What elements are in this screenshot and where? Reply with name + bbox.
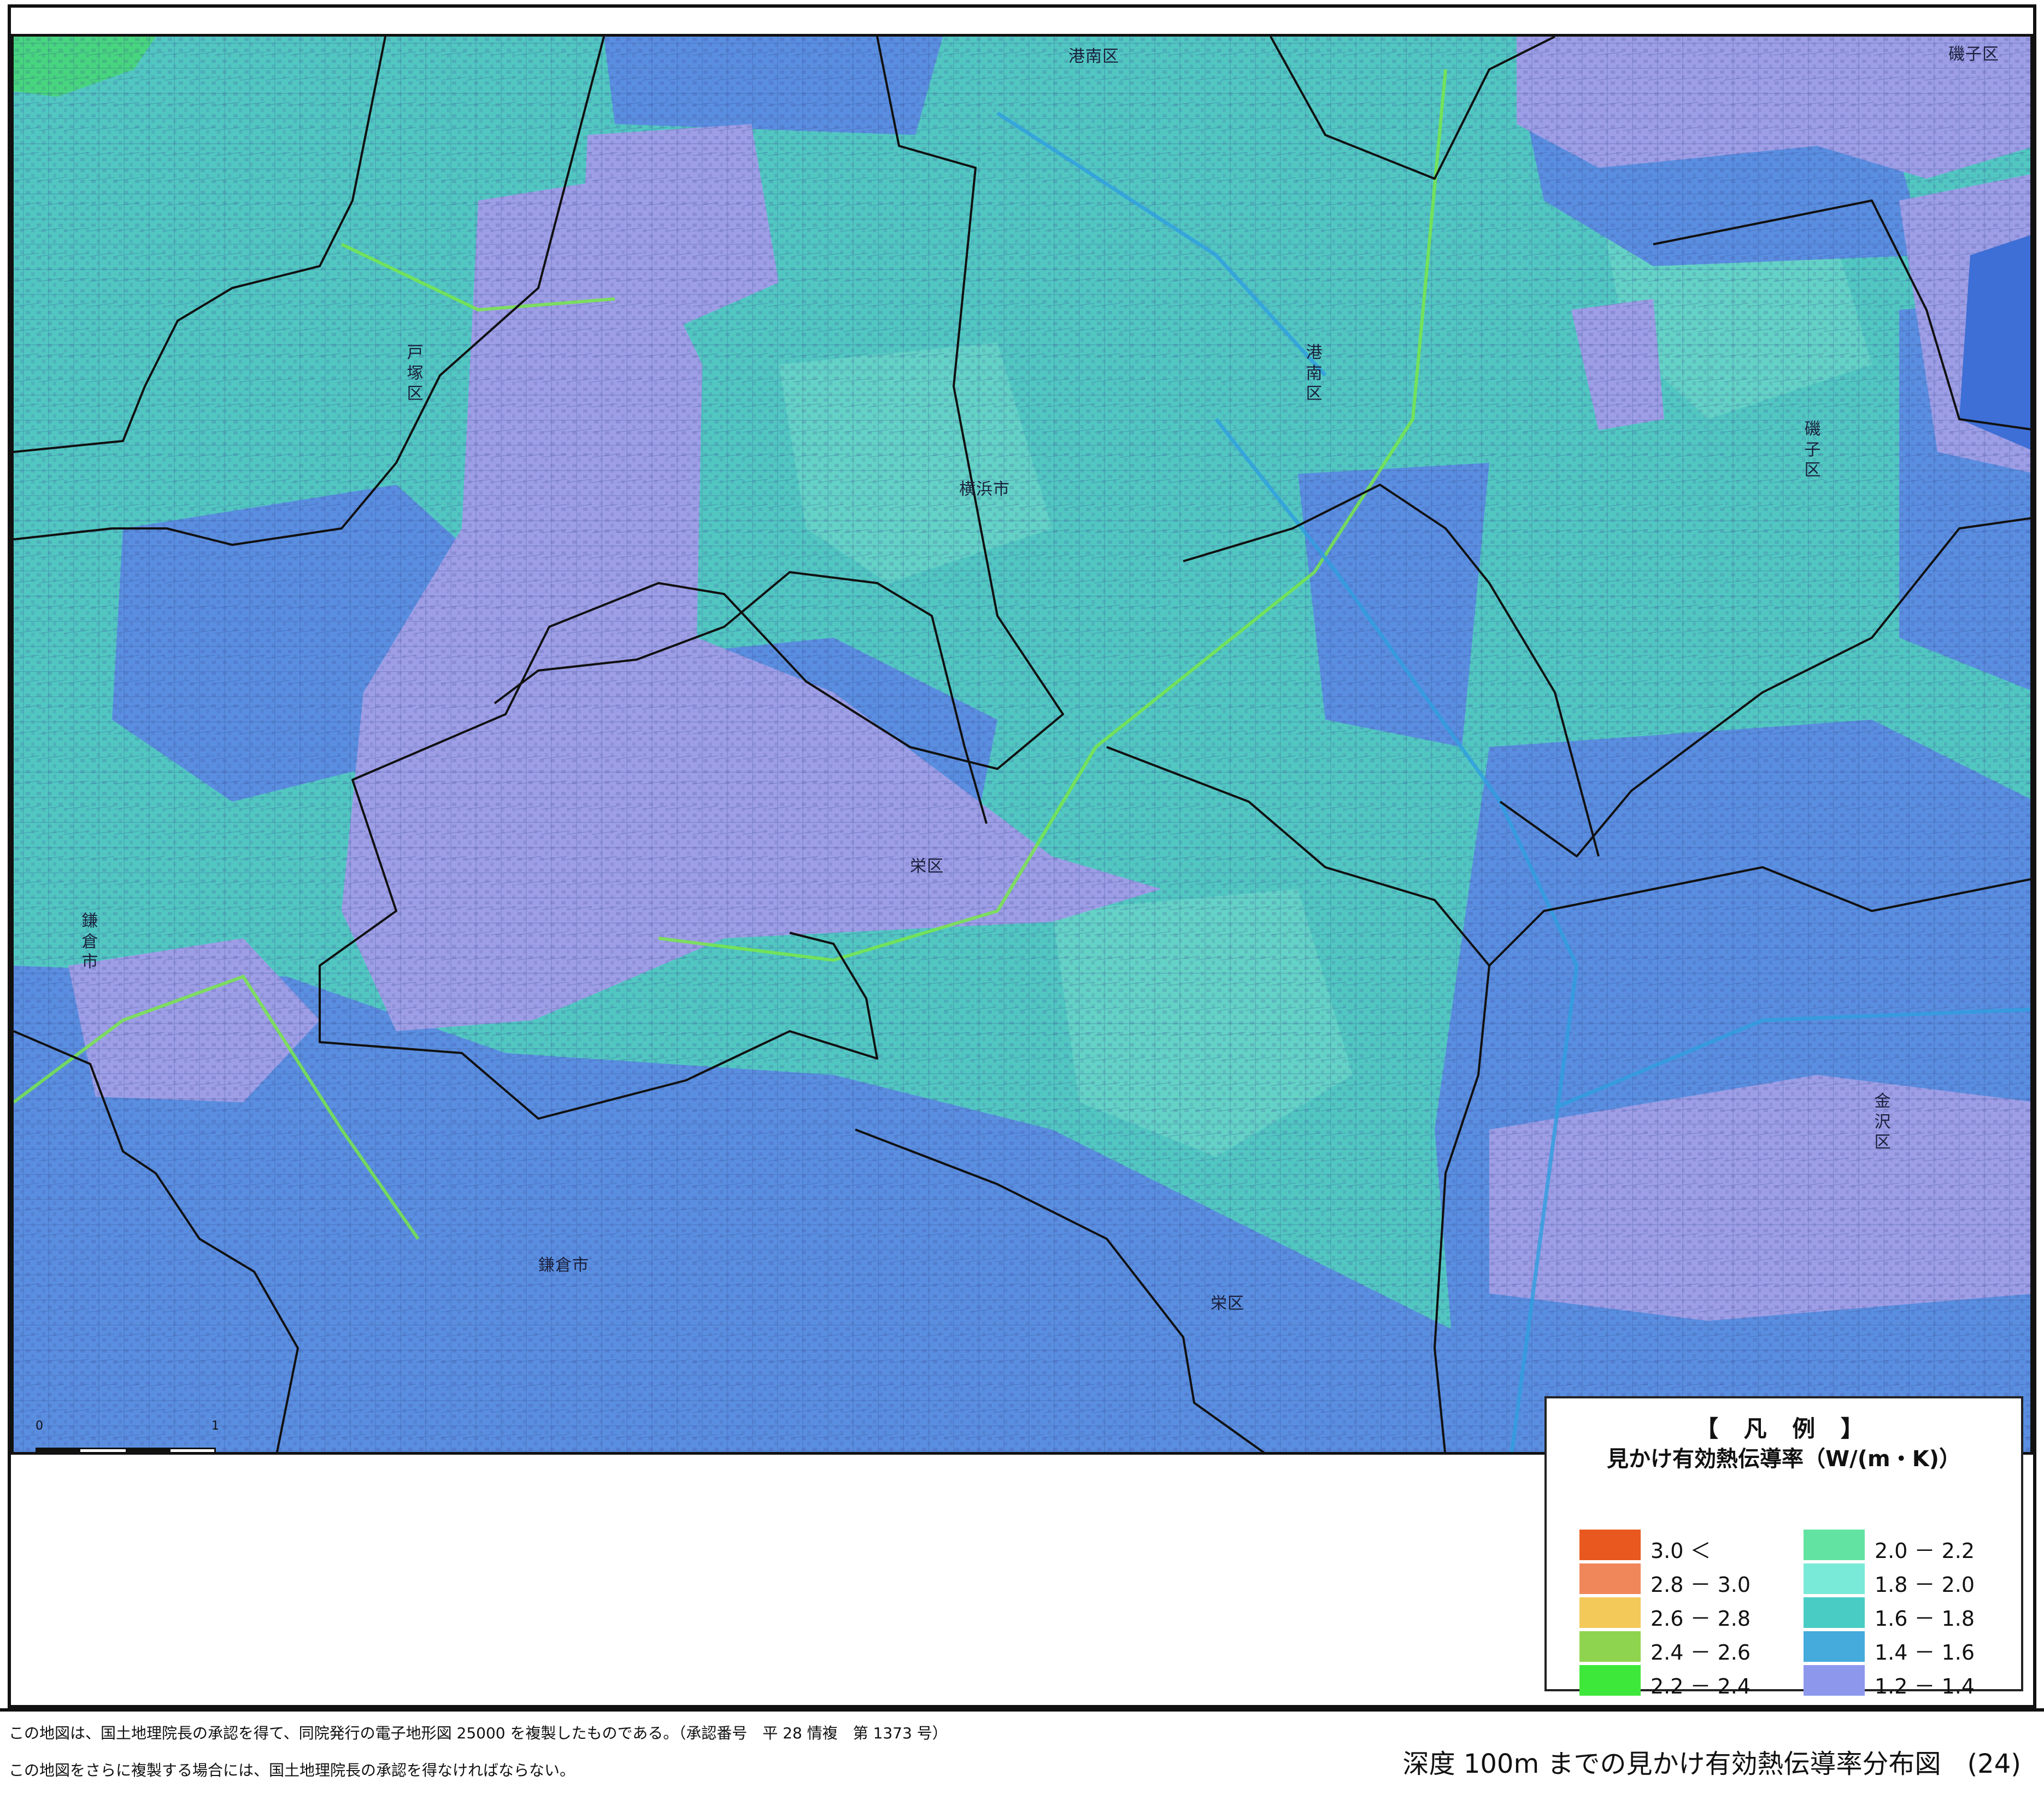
legend-label: 1.4 － 1.6	[1875, 1641, 1975, 1665]
copyright-note: この地図は、国土地理院長の承認を得て、同院発行の電子地形図 25000 を複製し…	[9, 1724, 948, 1742]
legend-label: 1.2 － 1.4	[1875, 1674, 1975, 1698]
legend-label: 3.0 ＜	[1651, 1539, 1711, 1563]
legend-label: 1.8 － 2.0	[1875, 1573, 1975, 1597]
map-title: 深度 100m までの見かけ有効熱伝導率分布図 (24)	[1402, 1749, 2021, 1779]
reproduction-note: この地図をさらに複製する場合には、国土地理院長の承認を得なければならない。	[9, 1761, 575, 1779]
label-konan-ward-mid: 港南区	[1306, 343, 1323, 403]
scale-one: 1	[212, 1419, 219, 1433]
legend-label: 2.4 － 2.6	[1651, 1641, 1751, 1665]
label-yokohama-city: 横浜市	[959, 480, 1010, 499]
map-sheet: 港南区 磯子区 戸塚区 港南区 磯子区 横浜市 栄区 鎌倉市 鎌倉市 栄区 金沢…	[0, 0, 2044, 1811]
legend-swatch	[1804, 1665, 1865, 1696]
legend-swatch	[1804, 1563, 1865, 1594]
scale-zero: 0	[36, 1419, 43, 1433]
map-area: 港南区 磯子区 戸塚区 港南区 磯子区 横浜市 栄区 鎌倉市 鎌倉市 栄区 金沢…	[11, 34, 2033, 1455]
label-sakae-ward-bottom: 栄区	[1211, 1294, 1244, 1313]
conductivity-map	[14, 37, 2030, 1452]
footer-divider	[0, 1708, 2044, 1712]
label-kamakura-city-left: 鎌倉市	[81, 912, 99, 972]
scale-bar-segment	[126, 1448, 171, 1452]
legend-label: 2.8 － 3.0	[1651, 1573, 1751, 1597]
legend-swatch	[1804, 1631, 1865, 1662]
label-sakae-ward-mid: 栄区	[910, 857, 944, 876]
legend-swatch	[1804, 1597, 1865, 1628]
legend-subtitle: 見かけ有効熱伝導率（W/(m・K)）	[1607, 1447, 1961, 1472]
legend-swatch	[1579, 1665, 1641, 1696]
label-totsuka-ward: 戸塚区	[407, 343, 424, 403]
legend-label: 1.6 － 1.8	[1875, 1607, 1975, 1631]
label-kamakura-city-bottom: 鎌倉市	[538, 1256, 589, 1275]
legend-label: 2.0 － 2.2	[1875, 1539, 1975, 1563]
legend: 【 凡 例 】 見かけ有効熱伝導率（W/(m・K)） 3.0 ＜ 2.8 － 3…	[1544, 1396, 2023, 1698]
legend-label: 2.2 － 2.4	[1651, 1674, 1751, 1698]
label-kanazawa-ward: 金沢区	[1874, 1092, 1892, 1152]
legend-swatch	[1579, 1530, 1641, 1560]
legend-swatch	[1804, 1530, 1865, 1560]
legend-swatch	[1579, 1597, 1641, 1628]
label-isogo-ward-mid: 磯子区	[1804, 420, 1822, 480]
building-texture	[14, 37, 2030, 1452]
legend-label: 2.6 － 2.8	[1651, 1607, 1751, 1631]
scale-bar: 0 1 km	[36, 1419, 232, 1452]
label-isogo-ward-top: 磯子区	[1948, 45, 1999, 64]
label-konan-ward-top: 港南区	[1068, 47, 1119, 66]
legend-title: 【 凡 例 】	[1695, 1415, 1872, 1442]
legend-swatch	[1579, 1563, 1641, 1594]
sea-area	[1959, 235, 2030, 450]
legend-swatch	[1579, 1631, 1641, 1662]
scale-bar-segment	[36, 1448, 80, 1452]
